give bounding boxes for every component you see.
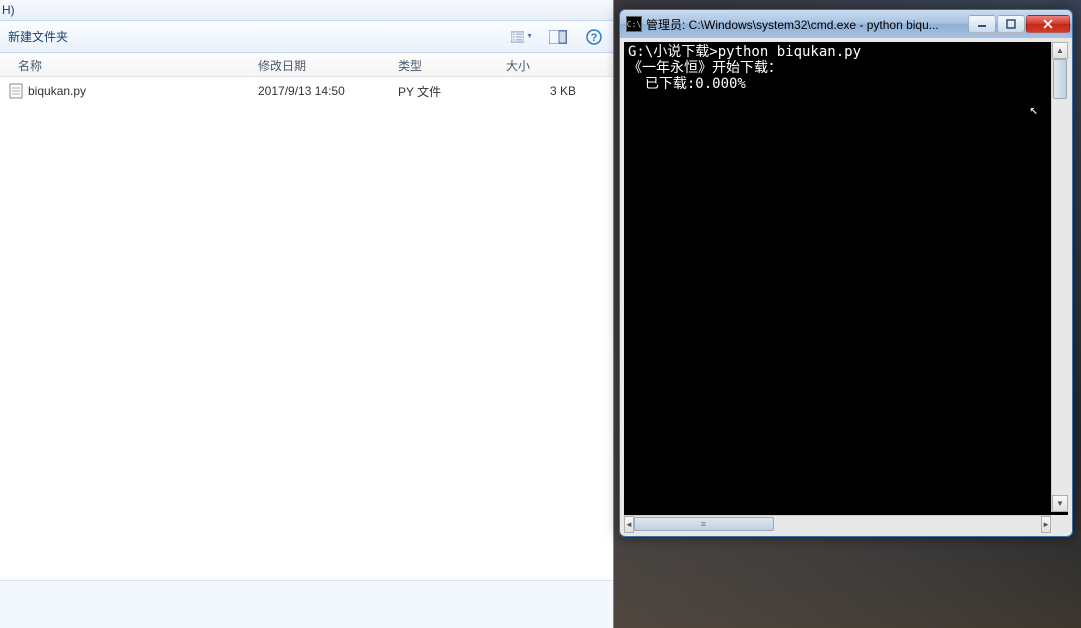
explorer-toolbar: 新建文件夹 ▼ xyxy=(0,21,613,53)
vscroll-track[interactable] xyxy=(1052,59,1068,495)
horizontal-scrollbar[interactable]: ◄ ≡ ► xyxy=(624,515,1051,532)
cmd-line-2: 《一年永恒》开始下载： xyxy=(628,60,782,76)
new-folder-button[interactable]: 新建文件夹 xyxy=(8,30,68,44)
cmd-client-area: G:\小说下载>python biqukan.py 《一年永恒》开始下载： 已下… xyxy=(620,38,1072,536)
scroll-down-button[interactable]: ▼ xyxy=(1052,495,1068,512)
help-button[interactable]: ? xyxy=(583,26,605,48)
file-size: 3 KB xyxy=(498,84,584,98)
view-mode-button[interactable]: ▼ xyxy=(511,26,533,48)
file-list-header: 名称 修改日期 类型 大小 xyxy=(0,53,613,77)
explorer-window: H) 新建文件夹 ▼ xyxy=(0,0,614,628)
column-header-date[interactable]: 修改日期 xyxy=(250,53,390,76)
vscroll-thumb[interactable] xyxy=(1053,59,1067,99)
preview-pane-button[interactable] xyxy=(547,26,569,48)
column-header-size[interactable]: 大小 xyxy=(498,53,584,76)
hscroll-track[interactable]: ≡ xyxy=(634,516,1041,532)
cmd-line-3: 已下载:0.000% xyxy=(628,76,746,92)
cmd-title: 管理员: C:\Windows\system32\cmd.exe - pytho… xyxy=(646,16,963,33)
cmd-titlebar[interactable]: C:\ 管理员: C:\Windows\system32\cmd.exe - p… xyxy=(620,10,1072,38)
mouse-cursor-icon: ↖ xyxy=(1030,102,1038,118)
file-type: PY 文件 xyxy=(390,83,498,100)
explorer-menubar[interactable]: H) xyxy=(0,0,613,21)
svg-text:?: ? xyxy=(591,32,598,44)
close-button[interactable] xyxy=(1026,15,1070,33)
chevron-down-icon: ▼ xyxy=(526,33,533,40)
file-list[interactable]: 名称 修改日期 类型 大小 biqukan.py 2017/9/13 14:50… xyxy=(0,53,613,580)
vertical-scrollbar[interactable]: ▲ ▼ xyxy=(1051,42,1068,512)
scroll-up-button[interactable]: ▲ xyxy=(1052,42,1068,59)
maximize-button[interactable] xyxy=(997,15,1025,33)
column-header-type[interactable]: 类型 xyxy=(390,53,498,76)
explorer-statusbar xyxy=(0,580,613,628)
scroll-left-button[interactable]: ◄ xyxy=(624,516,634,533)
column-header-name[interactable]: 名称 xyxy=(0,53,250,76)
file-row[interactable]: biqukan.py 2017/9/13 14:50 PY 文件 3 KB xyxy=(0,77,613,99)
menu-help[interactable]: H) xyxy=(2,3,15,17)
cmd-window: C:\ 管理员: C:\Windows\system32\cmd.exe - p… xyxy=(619,9,1073,537)
scroll-right-button[interactable]: ► xyxy=(1041,516,1051,533)
python-file-icon xyxy=(8,83,24,99)
minimize-button[interactable] xyxy=(968,15,996,33)
cmd-icon: C:\ xyxy=(626,16,642,32)
file-date: 2017/9/13 14:50 xyxy=(250,84,390,98)
file-name: biqukan.py xyxy=(28,84,86,98)
cmd-line-prompt: G:\小说下载>python biqukan.py xyxy=(628,44,861,60)
hscroll-thumb[interactable]: ≡ xyxy=(634,517,774,531)
cmd-output[interactable]: G:\小说下载>python biqukan.py 《一年永恒》开始下载： 已下… xyxy=(624,42,1068,515)
